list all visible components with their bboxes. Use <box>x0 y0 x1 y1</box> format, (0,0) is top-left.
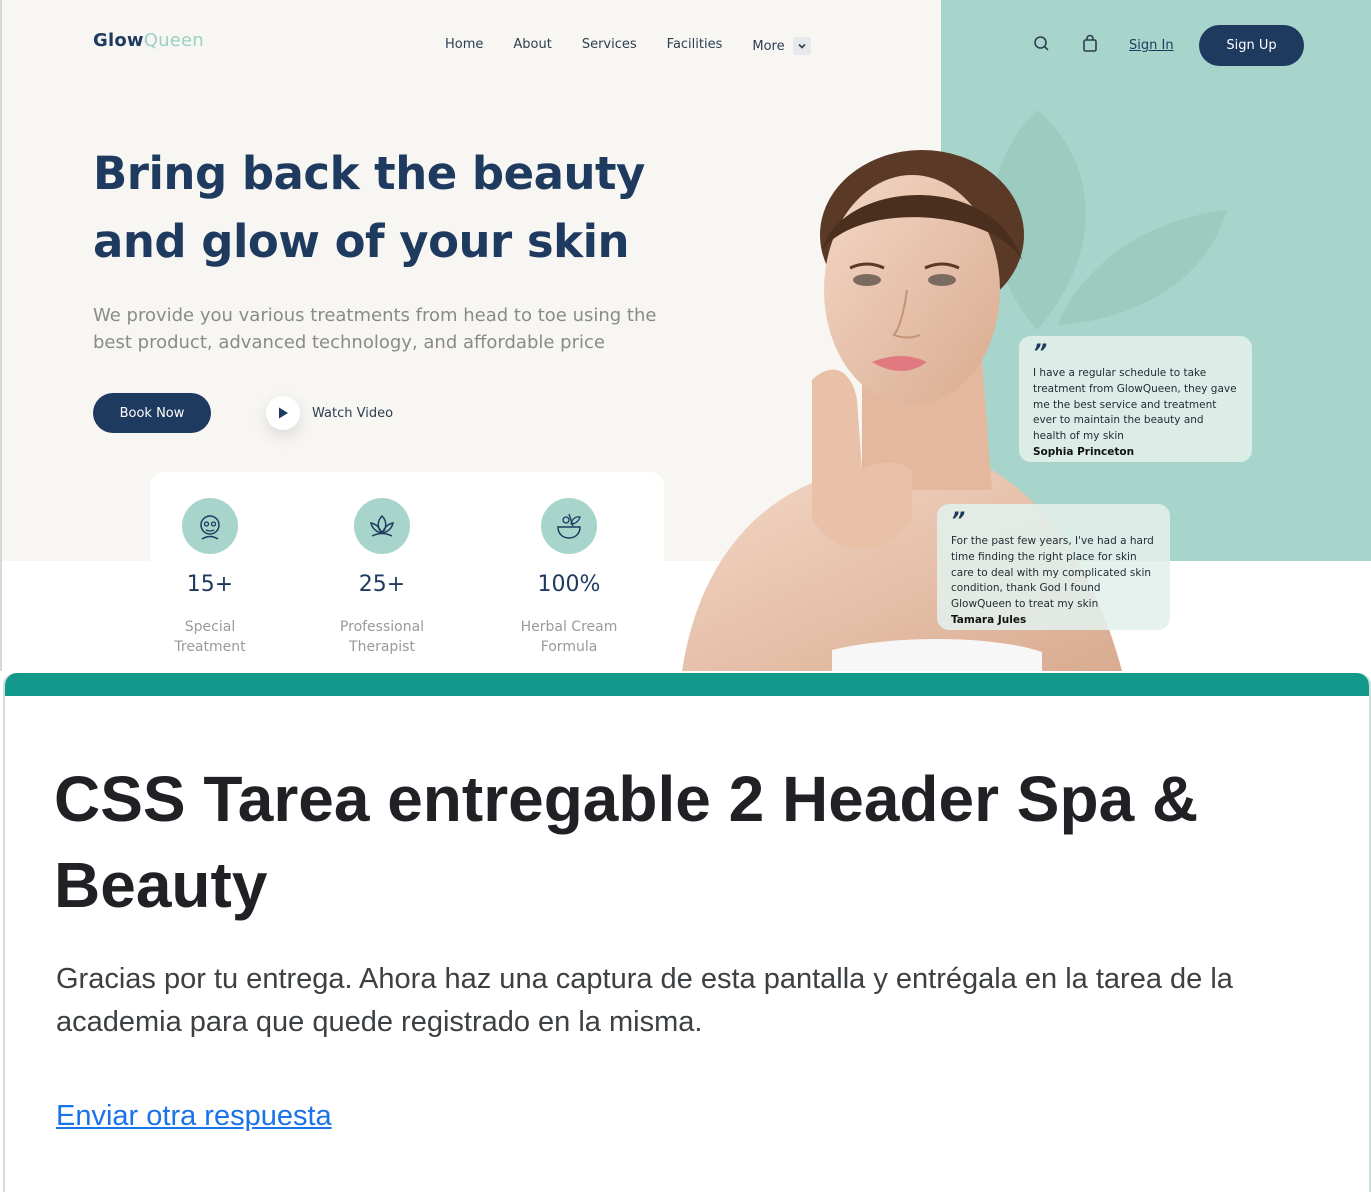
quote-icon: ” <box>951 509 965 534</box>
nav-home[interactable]: Home <box>445 37 483 55</box>
quote-icon: ” <box>1033 341 1047 366</box>
stat-label: Herbal Cream Formula <box>499 617 639 657</box>
stat-value: 100% <box>537 572 601 597</box>
logo[interactable]: GlowQueen <box>93 30 204 51</box>
testimonial-author: Sophia Princeton <box>1033 445 1135 458</box>
sign-up-button[interactable]: Sign Up <box>1199 25 1304 66</box>
spa-landing-screenshot: GlowQueen Home About Services Facilities… <box>0 0 1371 671</box>
nav-services[interactable]: Services <box>582 37 637 55</box>
stat-professional-therapist: 25+ Professional Therapist <box>312 498 452 657</box>
hero-subtitle: We provide you various treatments from h… <box>93 305 657 353</box>
submit-another-response-link[interactable]: Enviar otra respuesta <box>56 1100 332 1133</box>
sign-in-link[interactable]: Sign In <box>1129 38 1174 53</box>
testimonial-line: care to deal with my complicated skin <box>951 566 1152 579</box>
testimonial-line: time finding the right place for skin <box>951 550 1137 563</box>
search-icon[interactable] <box>1032 34 1052 54</box>
nav-facilities[interactable]: Facilities <box>667 37 723 55</box>
lotus-icon <box>354 498 410 554</box>
testimonial-line: GlowQueen to treat my skin <box>951 598 1099 611</box>
nav-more[interactable]: More <box>752 37 811 55</box>
play-icon[interactable] <box>266 396 300 430</box>
stat-value: 25+ <box>358 572 406 597</box>
stat-label-line: Formula <box>540 639 598 655</box>
watch-video-label: Watch Video <box>312 405 394 421</box>
stat-label-line: Herbal Cream <box>520 619 618 635</box>
book-now-button[interactable]: Book Now <box>93 393 211 433</box>
shopping-bag-icon[interactable] <box>1080 34 1100 54</box>
testimonial-line: treatment from GlowQueen, they gave <box>1033 382 1237 395</box>
hero-title-line-1: Bring back the beauty <box>93 147 645 200</box>
stat-special-treatment: 15+ Special Treatment <box>140 498 280 657</box>
stat-label-line: Professional <box>339 619 425 635</box>
logo-part-queen: Queen <box>143 30 204 51</box>
nav-more-label: More <box>752 38 785 54</box>
stat-label-line: Special <box>184 619 236 635</box>
chevron-down-icon[interactable] <box>792 37 811 55</box>
form-confirmation-message: Gracias por tu entrega. Ahora haz una ca… <box>56 963 1233 1038</box>
nav-about[interactable]: About <box>513 37 551 55</box>
main-nav: Home About Services Facilities More <box>445 37 811 55</box>
testimonial-line: ever to maintain the beauty and <box>1033 414 1204 427</box>
testimonial-line: condition, thank God I found <box>951 582 1101 595</box>
testimonial-card: ” I have a regular schedule to take trea… <box>1019 336 1252 462</box>
form-accent-bar <box>5 673 1369 696</box>
stat-label: Professional Therapist <box>312 617 452 657</box>
testimonial-line: me the best service and treatment <box>1033 398 1217 411</box>
herbal-bowl-icon <box>541 498 597 554</box>
form-title: CSS Tarea entregable 2 Header Spa & Beau… <box>54 763 1199 921</box>
testimonial-card: ” For the past few years, I've had a har… <box>937 504 1170 630</box>
stat-label: Special Treatment <box>140 617 280 657</box>
watch-video-button[interactable]: Watch Video <box>266 396 393 430</box>
stat-herbal-cream: 100% Herbal Cream Formula <box>499 498 639 657</box>
stat-label-line: Treatment <box>174 639 246 655</box>
testimonial-line: I have a regular schedule to take <box>1033 367 1207 379</box>
stat-value: 15+ <box>186 572 234 597</box>
testimonial-text: For the past few years, I've had a hard … <box>951 534 1156 613</box>
face-mask-icon <box>182 498 238 554</box>
testimonial-line: For the past few years, I've had a hard <box>951 535 1154 547</box>
hero-title: Bring back the beauty and glow of your s… <box>93 140 713 276</box>
stats-panel: 15+ Special Treatment 25+ Professional T… <box>150 472 664 671</box>
testimonial-text: I have a regular schedule to take treatm… <box>1033 366 1238 445</box>
testimonial-line: health of my skin <box>1033 430 1124 443</box>
hero-title-line-2: and glow of your skin <box>93 215 630 268</box>
stat-label-line: Therapist <box>349 639 415 655</box>
logo-part-glow: Glow <box>93 30 144 51</box>
testimonial-author: Tamara Jules <box>951 613 1027 626</box>
